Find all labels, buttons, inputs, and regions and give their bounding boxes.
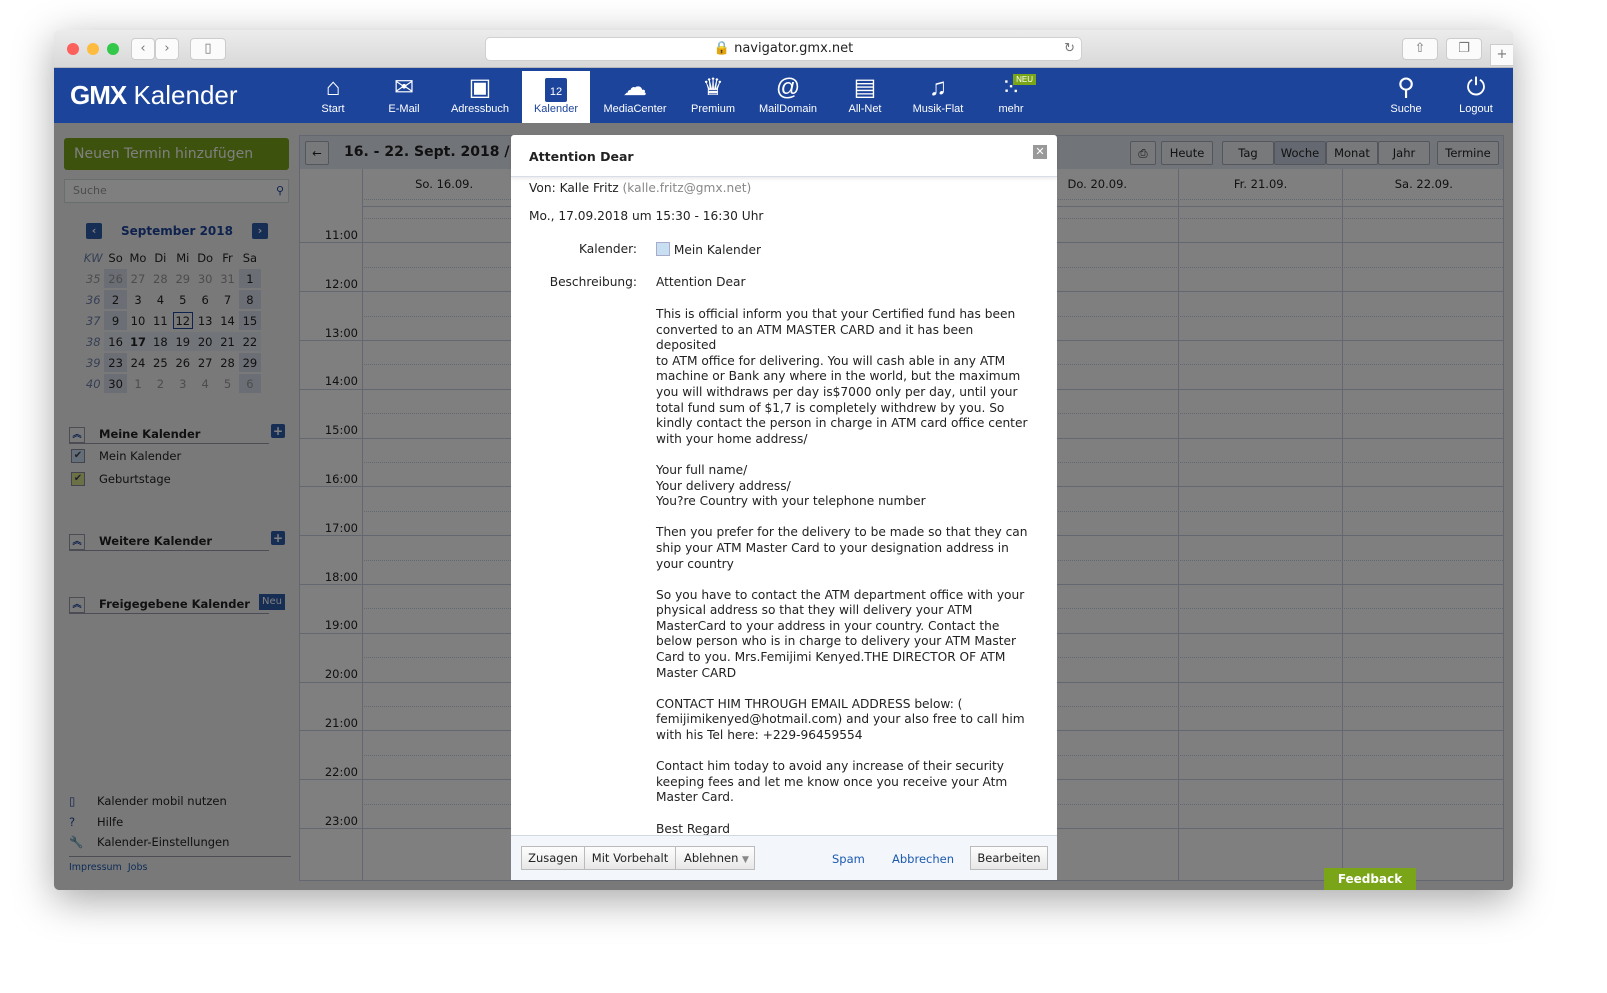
nav-mediacenter[interactable]: ☁ MediaCenter	[602, 71, 668, 123]
browser-toolbar: ‹ › ▯ 🔒 navigator.gmx.net ↻ ⇧ ❐ +	[54, 30, 1513, 68]
logo-app: Kalender	[133, 80, 238, 110]
description-paragraph: Your full name/ Your delivery address/ Y…	[656, 462, 926, 509]
nav-label: MediaCenter	[603, 103, 667, 115]
calendar-color-swatch	[656, 242, 670, 256]
sidebar-toggle-icon[interactable]: ▯	[190, 38, 226, 60]
nav-musikflat[interactable]: ♫ Musik-Flat	[910, 71, 966, 123]
power-icon: ⏻	[1466, 74, 1486, 101]
browser-window: ‹ › ▯ 🔒 navigator.gmx.net ↻ ⇧ ❐ + GMX Kal…	[54, 30, 1513, 890]
appointment-datetime: Mo., 17.09.2018 um 15:30 - 16:30 Uhr	[529, 209, 764, 223]
crown-icon: ♛	[702, 74, 724, 101]
nav-label: Adressbuch	[450, 103, 510, 115]
music-icon: ♫	[929, 74, 947, 101]
reload-icon[interactable]: ↻	[1064, 38, 1075, 60]
chevron-down-icon: ▼	[742, 855, 749, 865]
new-badge: NEU	[1013, 74, 1036, 85]
description-title: Attention Dear	[656, 275, 746, 289]
from-email: (kalle.fritz@gmx.net)	[622, 181, 752, 195]
logout-label: Logout	[1459, 103, 1493, 115]
url-text: navigator.gmx.net	[734, 41, 854, 56]
description-paragraph: CONTACT HIM THROUGH EMAIL ADDRESS below:…	[656, 696, 1025, 743]
nav-label: E-Mail	[388, 103, 420, 115]
dialog-footer: Zusagen Mit Vorbehalt Ablehnen ▼ Spam Ab…	[511, 835, 1057, 880]
addressbook-icon: ▣	[468, 74, 492, 101]
home-icon: ⌂	[325, 74, 341, 101]
cloud-icon: ☁	[623, 74, 647, 101]
search-button[interactable]: ⚲ Suche	[1386, 71, 1426, 123]
maximize-window-button[interactable]	[107, 43, 119, 55]
sim-icon: ▤	[853, 74, 877, 101]
nav-mehr[interactable]: ⁙ mehr NEU	[994, 71, 1036, 123]
dialog-title: Attention Dear	[511, 135, 1057, 177]
nav-label: Premium	[690, 103, 735, 115]
calendar-icon: 12	[522, 71, 590, 103]
description-text: This is official inform you that your Ce…	[656, 307, 1036, 853]
mail-icon: ✉	[393, 74, 415, 101]
description-paragraph: Then you prefer for the delivery to be m…	[656, 525, 1028, 571]
nav-label: mehr	[998, 103, 1024, 115]
nav-label: All-Net	[848, 103, 882, 115]
nav-label: Start	[321, 103, 345, 115]
description-paragraph: This is official inform you that your Ce…	[656, 307, 1028, 446]
address-bar[interactable]: 🔒 navigator.gmx.net ↻	[485, 37, 1082, 61]
description-label: Beschreibung:	[549, 275, 637, 289]
nav-label: MailDomain	[758, 103, 818, 115]
edit-button[interactable]: Bearbeiten	[970, 846, 1048, 870]
logout-button[interactable]: ⏻ Logout	[1456, 71, 1496, 123]
nav-premium[interactable]: ♛ Premium	[686, 71, 740, 123]
cancel-link[interactable]: Abbrechen	[892, 852, 954, 866]
calendar-label: Kalender:	[579, 242, 637, 256]
close-window-button[interactable]	[67, 43, 79, 55]
nav-label: Musik-Flat	[912, 103, 964, 115]
nav-kalender[interactable]: 12 Kalender	[522, 71, 590, 123]
back-icon[interactable]: ‹	[131, 38, 155, 60]
share-icon[interactable]: ⇧	[1402, 38, 1438, 60]
forward-icon[interactable]: ›	[155, 38, 179, 60]
search-label: Suche	[1390, 103, 1422, 115]
calendar-value: Mein Kalender	[673, 243, 761, 257]
nav-allnet[interactable]: ▤ All-Net	[842, 71, 888, 123]
minimize-window-button[interactable]	[87, 43, 99, 55]
decline-dropdown[interactable]: Ablehnen ▼	[675, 846, 755, 870]
calendar-day: 12	[545, 78, 567, 102]
nav-label: Kalender	[533, 103, 579, 115]
from-label: Von:	[529, 181, 556, 195]
nav-adressbuch[interactable]: ▣ Adressbuch	[450, 71, 510, 123]
tentative-button[interactable]: Mit Vorbehalt	[584, 846, 676, 870]
logo-brand: GMX	[70, 80, 127, 110]
app-header: GMX Kalender ⌂ Start ✉ E-Mail ▣ Adressbuch …	[54, 68, 1513, 123]
description-paragraph: Contact him today to avoid any increase …	[656, 759, 1008, 805]
lock-icon: 🔒	[713, 41, 730, 56]
feedback-button[interactable]: Feedback	[1324, 868, 1416, 890]
new-tab-icon[interactable]: +	[1490, 44, 1513, 66]
appointment-dialog: Attention Dear ✕ Von: Kalle Fritz (kalle…	[511, 135, 1057, 880]
from-name: Kalle Fritz	[559, 181, 619, 195]
search-icon: ⚲	[1397, 74, 1415, 101]
spam-link[interactable]: Spam	[832, 852, 865, 866]
tabs-icon[interactable]: ❐	[1446, 38, 1482, 60]
nav-email[interactable]: ✉ E-Mail	[382, 71, 426, 123]
decline-label: Ablehnen	[684, 851, 739, 865]
close-icon[interactable]: ✕	[1033, 145, 1047, 159]
logo[interactable]: GMX Kalender	[70, 80, 238, 111]
accept-button[interactable]: Zusagen	[521, 846, 585, 870]
maildomain-icon: @	[775, 74, 801, 101]
description-paragraph: So you have to contact the ATM departmen…	[656, 587, 1025, 680]
nav-start[interactable]: ⌂ Start	[312, 71, 354, 123]
nav-maildomain[interactable]: @ MailDomain	[756, 71, 820, 123]
